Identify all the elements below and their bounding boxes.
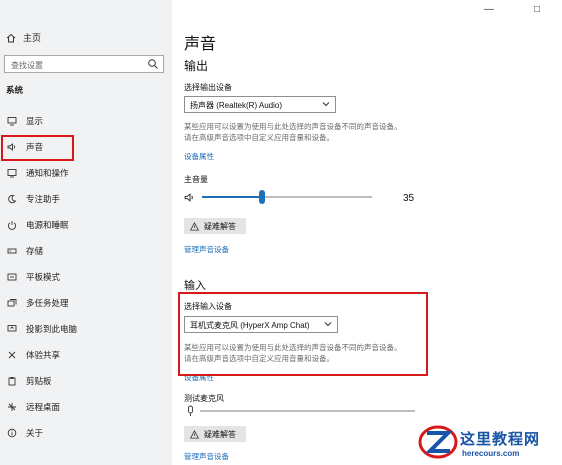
test-mic-label: 测试麦克风 — [184, 394, 224, 403]
sidebar-item-label: 通知和操作 — [26, 168, 69, 178]
sidebar-item-storage[interactable]: 存储 — [0, 238, 172, 264]
sidebar-item-label: 体验共享 — [26, 350, 61, 360]
main-content: — □ 声音 输出 选择输出设备 扬声器 (Realtek(R) Audio) … — [172, 0, 562, 465]
sidebar-item-label: 投影到此电脑 — [26, 324, 78, 334]
watermark-logo-icon — [418, 425, 458, 459]
watermark-url: herecours.com — [462, 449, 520, 458]
sidebar-item-label: 平板模式 — [26, 272, 61, 282]
sidebar-item-label: 专注助手 — [26, 194, 61, 204]
project-icon — [7, 325, 17, 332]
mic-level-meter — [200, 410, 415, 412]
sidebar-item-shared-experiences[interactable]: 体验共享 — [0, 342, 172, 368]
sidebar-item-label: 剪贴板 — [26, 376, 52, 386]
sidebar-item-notifications[interactable]: 通知和操作 — [0, 160, 172, 186]
page-title: 声音 — [184, 36, 217, 53]
power-icon — [7, 221, 17, 230]
section-label: 系统 — [6, 85, 24, 95]
warning-icon — [190, 221, 199, 231]
sidebar-item-project[interactable]: 投影到此电脑 — [0, 316, 172, 342]
output-device-select[interactable]: 扬声器 (Realtek(R) Audio) — [184, 96, 336, 113]
maximize-button[interactable]: □ — [534, 4, 540, 15]
speaker-icon — [184, 193, 193, 202]
output-manage-devices-link[interactable]: 管理声音设备 — [184, 244, 229, 255]
volume-value: 35 — [403, 193, 415, 204]
chevron-down-icon — [322, 102, 330, 107]
info-icon — [7, 428, 17, 438]
output-device-value: 扬声器 (Realtek(R) Audio) — [190, 101, 283, 110]
output-desc-line-2: 请在高级声音选项中自定义应用音量和设备。 — [184, 133, 334, 142]
sound-highlight-box — [1, 135, 74, 161]
multitask-icon — [7, 299, 17, 307]
master-volume-label: 主音量 — [184, 175, 208, 184]
input-highlight-box — [178, 292, 428, 376]
sidebar-item-about[interactable]: 关于 — [0, 420, 172, 446]
sidebar-item-label: 存储 — [26, 246, 44, 256]
home-icon — [6, 33, 16, 42]
microphone-icon — [188, 405, 193, 416]
storage-icon — [7, 248, 17, 254]
share-icon — [8, 351, 16, 359]
input-manage-devices-link[interactable]: 管理声音设备 — [184, 451, 229, 462]
volume-slider-thumb[interactable] — [258, 190, 265, 204]
sidebar-item-label: 远程桌面 — [26, 402, 61, 412]
input-troubleshoot-button[interactable]: 疑难解答 — [184, 426, 246, 442]
sidebar-item-display[interactable]: 显示 — [0, 108, 172, 134]
warning-icon — [190, 429, 199, 439]
sidebar-item-clipboard[interactable]: 剪贴板 — [0, 368, 172, 394]
output-device-properties-link[interactable]: 设备属性 — [184, 151, 214, 162]
sidebar: 主页 查找设置 系统 显示 声音 通知和操作 专注助手 电源和睡眠 存储 平板模… — [0, 0, 172, 465]
watermark-text: 这里教程网 — [460, 431, 541, 448]
sidebar-item-label: 关于 — [26, 428, 44, 438]
sidebar-item-label: 电源和睡眠 — [26, 220, 69, 230]
sidebar-item-label: 多任务处理 — [26, 298, 69, 308]
watermark: 这里教程网 herecours.com — [414, 419, 562, 465]
troubleshoot-label: 疑难解答 — [204, 429, 236, 439]
sidebar-item-label: 显示 — [26, 116, 44, 126]
home-nav-item[interactable]: 主页 — [6, 31, 41, 44]
output-device-label: 选择输出设备 — [184, 83, 232, 92]
home-label: 主页 — [23, 33, 42, 43]
volume-slider-fill — [202, 196, 262, 198]
output-description: 某些应用可以设置为使用与此处选择的声音设备不同的声音设备。 请在高级声音选项中自… — [184, 121, 444, 143]
sidebar-item-tablet-mode[interactable]: 平板模式 — [0, 264, 172, 290]
notification-icon — [7, 169, 17, 178]
clipboard-icon — [8, 377, 16, 386]
sidebar-item-multitasking[interactable]: 多任务处理 — [0, 290, 172, 316]
sidebar-item-power[interactable]: 电源和睡眠 — [0, 212, 172, 238]
tablet-icon — [7, 273, 17, 281]
display-icon — [7, 117, 17, 126]
minimize-button[interactable]: — — [484, 4, 494, 15]
search-input[interactable]: 查找设置 — [4, 55, 164, 73]
input-heading: 输入 — [184, 280, 206, 292]
output-heading: 输出 — [184, 59, 209, 73]
sidebar-item-remote-desktop[interactable]: 远程桌面 — [0, 394, 172, 420]
troubleshoot-label: 疑难解答 — [204, 221, 236, 231]
remote-icon — [8, 403, 16, 411]
moon-icon — [8, 194, 17, 204]
output-desc-line-1: 某些应用可以设置为使用与此处选择的声音设备不同的声音设备。 — [184, 122, 402, 131]
output-troubleshoot-button[interactable]: 疑难解答 — [184, 218, 246, 234]
search-placeholder: 查找设置 — [11, 61, 43, 70]
sidebar-item-focus-assist[interactable]: 专注助手 — [0, 186, 172, 212]
search-icon[interactable] — [147, 58, 159, 70]
